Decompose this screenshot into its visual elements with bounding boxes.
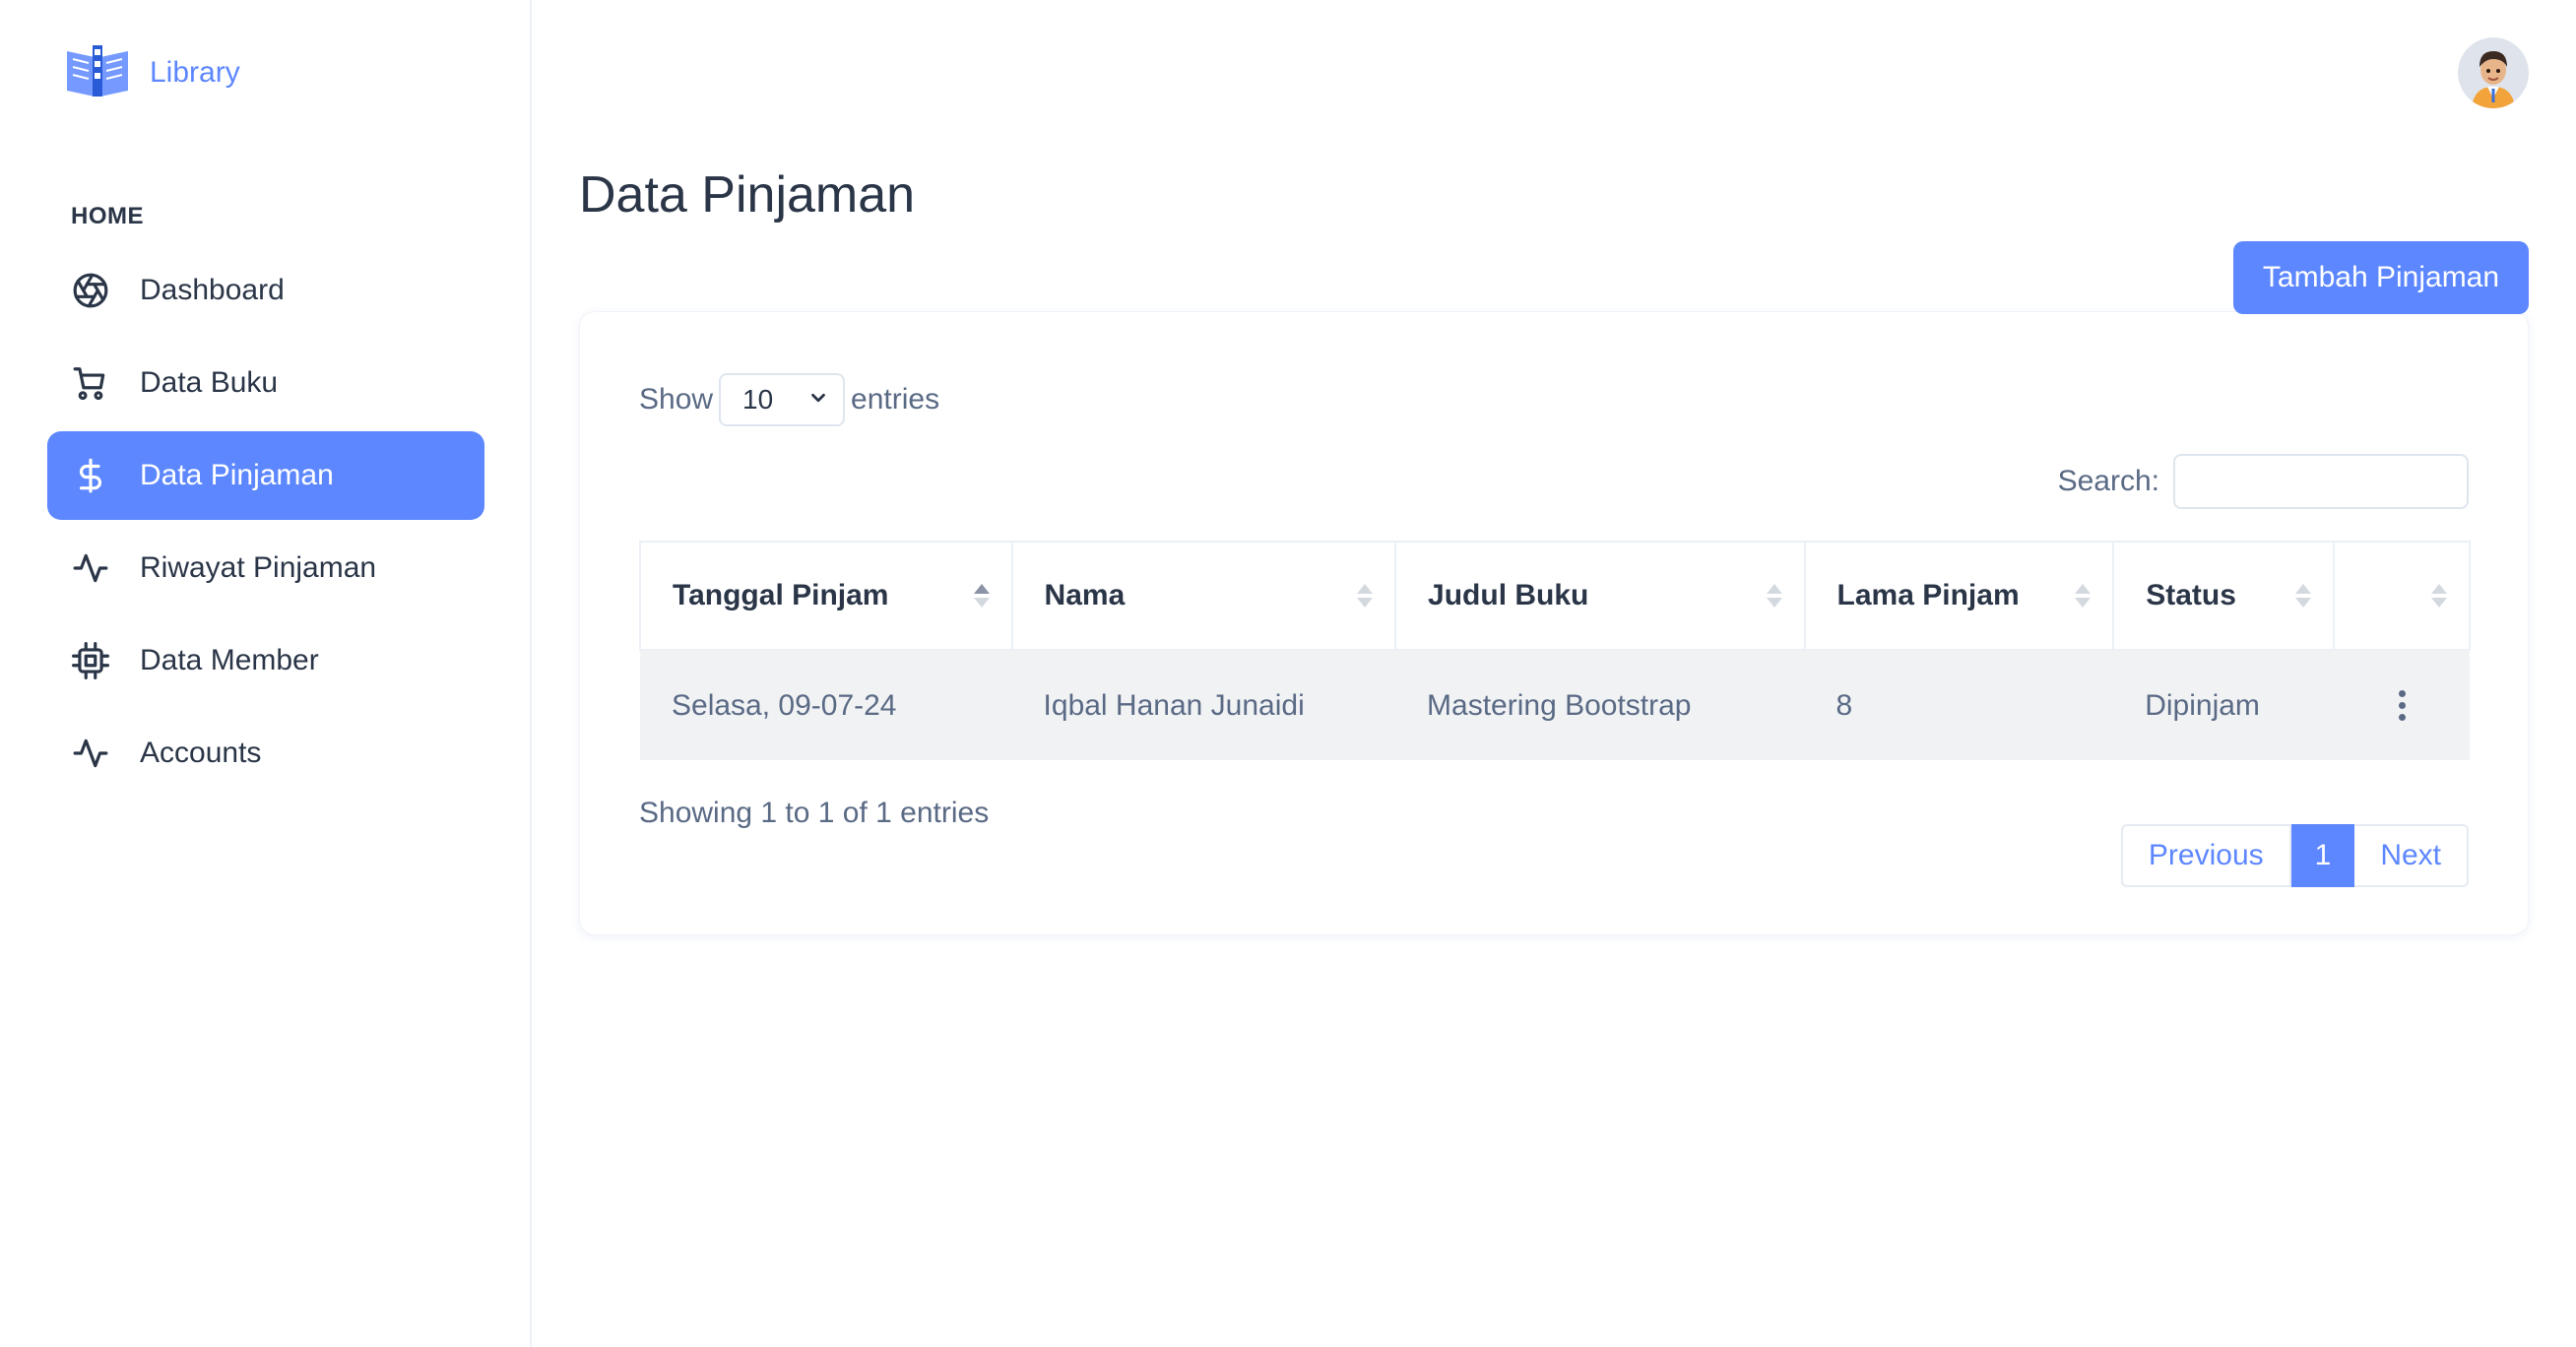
tambah-pinjaman-button[interactable]: Tambah Pinjaman — [2233, 241, 2529, 314]
search-input[interactable] — [2173, 454, 2469, 509]
sidebar-item-label: Data Member — [140, 644, 319, 676]
activity-icon — [69, 546, 112, 590]
chevron-down-icon — [807, 384, 829, 416]
column-header-label: Status — [2146, 579, 2236, 611]
sidebar-item-dashboard[interactable]: Dashboard — [47, 246, 484, 335]
entries-select-value: 10 — [742, 384, 774, 415]
app-window: Library HOME Dashboard Data Buku Data Pi… — [0, 0, 2576, 1347]
sidebar-item-data-member[interactable]: Data Member — [47, 616, 484, 705]
cell-nama: Iqbal Hanan Junaidi — [1011, 650, 1396, 760]
cell-judul-buku: Mastering Bootstrap — [1395, 650, 1805, 760]
cell-actions — [2334, 650, 2470, 760]
show-label: Show — [639, 383, 714, 416]
cpu-icon — [69, 639, 112, 682]
dollar-icon — [69, 454, 112, 497]
pagination: Previous 1 Next — [2120, 824, 2469, 887]
table-search: Search: — [2058, 454, 2469, 509]
column-header-judul-buku[interactable]: Judul Buku — [1394, 541, 1806, 651]
pagination-page-1[interactable]: 1 — [2290, 824, 2355, 887]
column-header-label: Tanggal Pinjam — [673, 579, 889, 611]
page-title: Data Pinjaman — [579, 166, 916, 224]
sidebar-item-label: Accounts — [140, 737, 262, 769]
sidebar-nav: Dashboard Data Buku Data Pinjaman Riwaya… — [47, 246, 484, 802]
search-label: Search: — [2057, 465, 2159, 497]
nav-heading-home: HOME — [71, 203, 144, 229]
entries-label: entries — [851, 383, 940, 416]
library-book-icon — [63, 39, 132, 105]
sidebar-item-label: Riwayat Pinjaman — [140, 551, 377, 584]
column-header-label: Judul Buku — [1428, 579, 1589, 611]
more-vertical-icon[interactable] — [2365, 690, 2438, 721]
column-header-nama[interactable]: Nama — [1010, 541, 1397, 651]
column-header-lama-pinjam[interactable]: Lama Pinjam — [1803, 541, 2115, 651]
column-header-tanggal-pinjam[interactable]: Tanggal Pinjam — [639, 541, 1013, 651]
activity-icon — [69, 732, 112, 775]
cart-icon — [69, 361, 112, 405]
sort-icon — [2295, 584, 2312, 608]
column-header-status[interactable]: Status — [2112, 541, 2336, 651]
sidebar-item-accounts[interactable]: Accounts — [47, 709, 484, 798]
pagination-next[interactable]: Next — [2354, 824, 2469, 887]
sidebar: Library HOME Dashboard Data Buku Data Pi… — [0, 0, 532, 1347]
cell-status: Dipinjam — [2113, 650, 2335, 760]
sidebar-item-data-pinjaman[interactable]: Data Pinjaman — [47, 431, 484, 520]
brand-logo[interactable]: Library — [63, 39, 240, 105]
brand-name: Library — [150, 55, 240, 89]
entries-length-control: Show 10 entries — [639, 373, 939, 426]
column-header-label: Nama — [1044, 579, 1126, 611]
column-header-actions[interactable] — [2333, 541, 2471, 651]
cell-tanggal-pinjam: Selasa, 09-07-24 — [640, 650, 1012, 760]
sidebar-item-label: Data Buku — [140, 366, 279, 399]
table-row: Selasa, 09-07-24 Iqbal Hanan Junaidi Mas… — [640, 650, 2470, 760]
sidebar-item-data-buku[interactable]: Data Buku — [47, 339, 484, 427]
table-header-row: Tanggal Pinjam Nama Judul Buku Lama Pinj… — [639, 541, 2471, 651]
column-header-label: Lama Pinjam — [1836, 579, 2020, 611]
sort-icon — [2431, 584, 2447, 608]
cell-lama-pinjam: 8 — [1804, 650, 2114, 760]
table-info: Showing 1 to 1 of 1 entries — [639, 797, 990, 829]
aperture-icon — [69, 269, 112, 312]
sort-icon — [2075, 584, 2092, 608]
sort-icon — [1357, 584, 1374, 608]
sidebar-item-riwayat-pinjaman[interactable]: Riwayat Pinjaman — [47, 524, 484, 612]
sidebar-item-label: Dashboard — [140, 274, 285, 306]
user-avatar[interactable] — [2458, 37, 2529, 108]
sort-icon — [1766, 584, 1782, 608]
pinjaman-table: Tanggal Pinjam Nama Judul Buku Lama Pinj… — [639, 541, 2471, 760]
pinjaman-table-card: Show 10 entries Search: Tanggal Pinjam N… — [579, 311, 2529, 935]
entries-select[interactable]: 10 — [719, 373, 846, 426]
sort-asc-icon — [973, 584, 990, 608]
sidebar-item-label: Data Pinjaman — [140, 459, 334, 491]
pagination-previous[interactable]: Previous — [2120, 824, 2291, 887]
